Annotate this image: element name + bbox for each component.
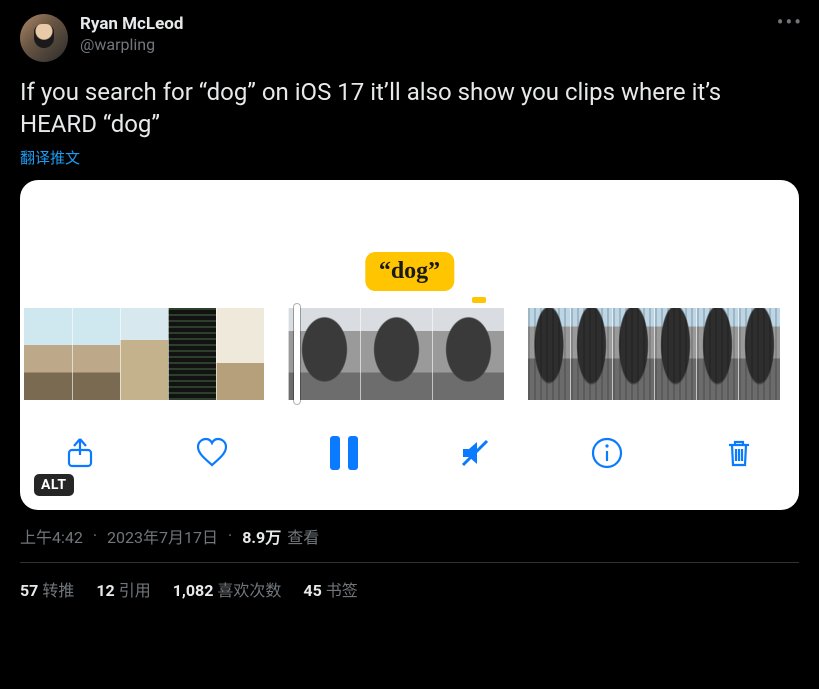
video-thumb[interactable] [738,308,780,400]
separator [89,526,101,545]
timeline-strip[interactable] [20,308,799,400]
video-thumb[interactable] [654,308,696,400]
video-thumb[interactable] [360,308,432,400]
playhead-icon[interactable] [294,304,300,404]
likes-stat[interactable]: 1,082喜欢次数 [173,577,282,601]
more-icon: ••• [777,10,803,34]
separator [224,526,236,545]
like-button[interactable] [190,431,234,475]
video-thumb[interactable] [216,308,264,400]
info-icon [589,435,625,471]
clip-group[interactable] [528,308,780,400]
media-whitespace [20,180,799,260]
playhead-marker-icon [472,297,486,303]
author-names: Ryan McLeod @warpling [80,14,183,55]
display-name[interactable]: Ryan McLeod [80,14,183,35]
video-thumb[interactable] [432,308,504,400]
speaker-mute-icon [457,435,493,471]
handle[interactable]: @warpling [80,35,183,55]
bookmarks-stat[interactable]: 45 书签 [303,577,357,601]
alt-badge[interactable]: ALT [34,474,74,496]
translate-link[interactable]: 翻译推文 [20,147,80,168]
stat-label: 转推 [42,581,74,600]
stat-label: 喜欢次数 [217,581,281,600]
video-thumb[interactable] [24,308,72,400]
info-button[interactable] [585,431,629,475]
search-term-pill: “dog” [365,252,454,291]
stat-label: 引用 [119,581,151,600]
media-card[interactable]: “dog” [20,180,799,510]
stat-count: 45 [303,581,321,600]
clip-group[interactable] [288,308,504,400]
stat-label: 书签 [326,581,358,600]
video-thumb[interactable] [120,308,168,400]
mute-button[interactable] [453,431,497,475]
share-icon [62,435,98,471]
video-thumb[interactable] [528,308,570,400]
video-thumb[interactable] [696,308,738,400]
delete-button[interactable] [717,431,761,475]
video-thumb[interactable] [570,308,612,400]
stat-count: 57 [20,581,38,600]
heart-icon [194,435,230,471]
video-thumb[interactable] [612,308,654,400]
tweet: ••• Ryan McLeod @warpling If you search … [0,0,819,611]
tweet-time[interactable]: 上午4:42 [20,524,83,548]
avatar[interactable] [20,14,68,62]
tweet-stats: 57转推 12 引用 1,082喜欢次数 45 书签 [20,563,799,601]
tweet-header: Ryan McLeod @warpling [20,14,799,62]
pause-icon [330,436,358,470]
tweet-meta: 上午4:42 2023年7月17日 8.9万 查看 [20,524,799,563]
video-thumb[interactable] [168,308,216,400]
tweet-text: If you search for “dog” on iOS 17 it’ll … [20,76,799,141]
tweet-date[interactable]: 2023年7月17日 [107,524,218,548]
more-button[interactable]: ••• [777,10,803,34]
clip-group[interactable] [24,308,264,400]
stat-count: 1,082 [173,581,214,600]
views-count: 8.9万 [242,524,281,548]
trash-icon [721,435,757,471]
video-thumb[interactable] [72,308,120,400]
media-toolbar [20,410,799,510]
quotes-stat[interactable]: 12 引用 [96,577,150,601]
pause-button[interactable] [322,431,366,475]
stat-count: 12 [96,581,114,600]
views-label: 查看 [287,524,319,548]
retweets-stat[interactable]: 57转推 [20,577,74,601]
share-button[interactable] [58,431,102,475]
